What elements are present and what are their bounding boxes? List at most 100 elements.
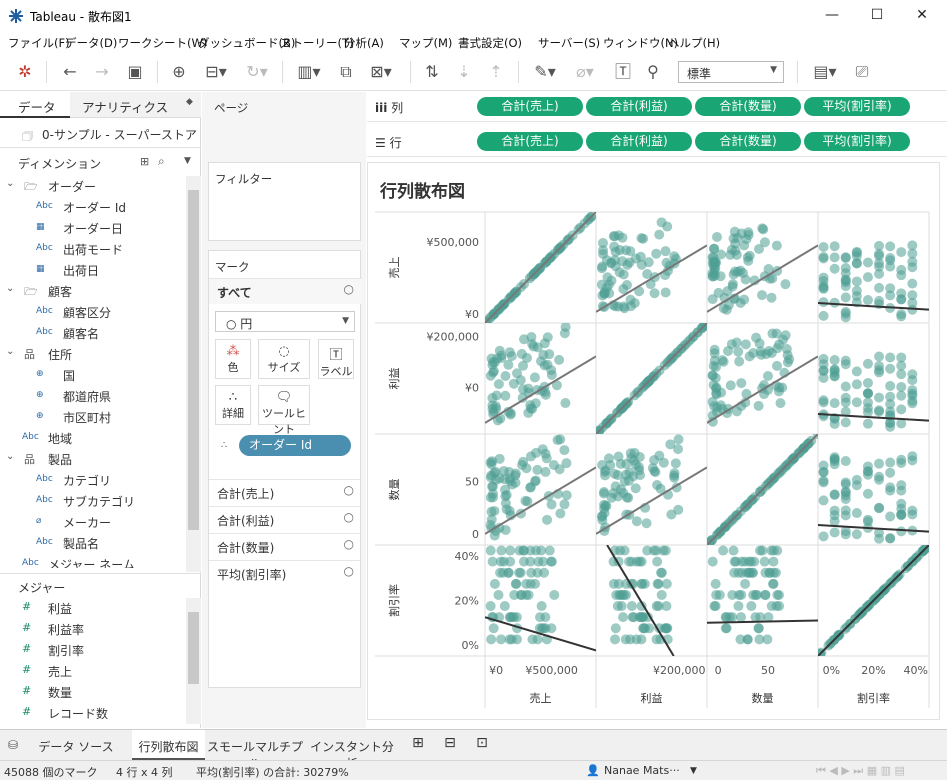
menu-worksheet[interactable]: ワークシート(W) — [118, 35, 207, 51]
scatter-point[interactable] — [728, 269, 739, 280]
scatter-point[interactable] — [641, 518, 652, 529]
scatter-point[interactable] — [840, 494, 851, 505]
scatter-point[interactable] — [818, 310, 829, 321]
scatter-point[interactable] — [766, 348, 777, 359]
scatter-point[interactable] — [753, 400, 764, 411]
scatter-point[interactable] — [851, 366, 862, 377]
scatter-point[interactable] — [506, 351, 517, 362]
scatter-point[interactable] — [521, 463, 532, 474]
rows-pill[interactable]: 合計(数量) — [695, 132, 801, 151]
scatter-point[interactable] — [862, 295, 873, 306]
undo-icon[interactable]: ← — [58, 61, 82, 83]
dimension-leaf[interactable]: Abc 出荷モード — [0, 239, 186, 260]
scatter-point[interactable] — [597, 515, 608, 526]
scatter-point[interactable] — [660, 246, 671, 257]
scatter-cell[interactable] — [704, 429, 823, 548]
scatter-point[interactable] — [862, 272, 873, 283]
refresh-icon[interactable]: ↻▾ — [240, 61, 274, 83]
scatter-point[interactable] — [885, 467, 896, 478]
scatter-point[interactable] — [506, 634, 517, 645]
scatter-cell[interactable] — [485, 545, 596, 652]
trend-line[interactable] — [485, 616, 596, 652]
columns-pill[interactable]: 合計(数量) — [695, 97, 801, 116]
scatter-point[interactable] — [896, 509, 907, 520]
redo-icon[interactable]: → — [90, 61, 114, 83]
scatter-point[interactable] — [487, 404, 498, 415]
scatter-point[interactable] — [511, 578, 522, 589]
scatter-point[interactable] — [634, 451, 645, 462]
scatter-point[interactable] — [733, 346, 744, 357]
scatter-point[interactable] — [885, 352, 896, 363]
scatter-point[interactable] — [608, 488, 619, 499]
scatter-point[interactable] — [616, 601, 627, 612]
measure-item[interactable]: # 利益率 — [0, 619, 186, 640]
scatter-point[interactable] — [610, 623, 621, 634]
scatter-point[interactable] — [544, 545, 555, 556]
scatter-point[interactable] — [709, 601, 720, 612]
scatter-cell[interactable] — [707, 328, 818, 427]
new-worksheet-icon[interactable]: ▥▾ — [292, 61, 326, 83]
search-icon[interactable]: ⌕ — [158, 154, 165, 169]
scatter-point[interactable] — [613, 230, 624, 241]
scatter-point[interactable] — [606, 275, 617, 286]
scatter-point[interactable] — [609, 634, 620, 645]
scatter-point[interactable] — [885, 457, 896, 468]
detail-button[interactable]: ∴ 詳細 — [215, 385, 251, 425]
scatter-point[interactable] — [758, 224, 769, 235]
dimension-leaf[interactable]: Abc 顧客区分 — [0, 302, 186, 323]
scatter-point[interactable] — [862, 377, 873, 388]
scatter-point[interactable] — [829, 489, 840, 500]
scatter-point[interactable] — [725, 380, 736, 391]
scatter-point[interactable] — [896, 390, 907, 401]
scatter-point[interactable] — [759, 556, 770, 567]
dimension-leaf[interactable]: ⊕ 都道府県 — [0, 386, 186, 407]
dropdown-icon[interactable]: ▼ — [184, 156, 191, 166]
new-story-icon[interactable]: ⊡ — [470, 730, 494, 760]
scatter-point[interactable] — [862, 257, 873, 268]
scatter-point[interactable] — [896, 264, 907, 275]
columns-pill[interactable]: 合計(売上) — [477, 97, 583, 116]
scatter-point[interactable] — [874, 250, 885, 261]
measure-row-discount[interactable]: 平均(割引率) ○ — [209, 560, 362, 586]
menu-file[interactable]: ファイル(F) — [8, 35, 70, 51]
menu-window[interactable]: ウィンドウ(N) — [603, 35, 678, 51]
scatter-point[interactable] — [818, 283, 829, 294]
highlight-icon[interactable]: ✎▾ — [528, 61, 562, 83]
scatter-point[interactable] — [638, 233, 649, 244]
scatter-point[interactable] — [746, 601, 757, 612]
save-icon[interactable]: ▣ — [123, 61, 147, 83]
scatter-point[interactable] — [505, 545, 516, 556]
scatter-point[interactable] — [750, 612, 761, 623]
scatter-point[interactable] — [559, 445, 570, 456]
show-labels-icon[interactable]: 🅃 — [611, 61, 635, 83]
scatter-point[interactable] — [896, 369, 907, 380]
scatter-point[interactable] — [505, 409, 516, 420]
scatter-point[interactable] — [654, 229, 665, 240]
scatter-cell[interactable] — [707, 545, 818, 645]
dimension-group[interactable]: ⌄ 🗁 顧客 — [0, 281, 186, 302]
scatter-point[interactable] — [656, 589, 667, 600]
dimension-leaf[interactable]: Abc カテゴリ — [0, 470, 186, 491]
scatter-point[interactable] — [651, 545, 662, 556]
menu-analysis[interactable]: 分析(A) — [344, 35, 384, 51]
clear-sheet-icon[interactable]: ⊠▾ — [364, 61, 398, 83]
scatter-point[interactable] — [851, 529, 862, 540]
scatter-point[interactable] — [522, 496, 533, 507]
scatter-point[interactable] — [496, 634, 507, 645]
scatter-point[interactable] — [666, 509, 677, 520]
scatter-point[interactable] — [707, 370, 718, 381]
chevron-down-icon[interactable]: ⌄ — [6, 451, 14, 462]
measure-item[interactable]: # 売上 — [0, 661, 186, 682]
scatter-point[interactable] — [514, 567, 525, 578]
dimension-plain[interactable]: Abc 地域 — [0, 428, 186, 449]
scatter-point[interactable] — [711, 231, 722, 242]
scatter-point[interactable] — [555, 508, 566, 519]
scatter-point[interactable] — [885, 380, 896, 391]
scatter-point[interactable] — [720, 612, 731, 623]
scatter-point[interactable] — [862, 388, 873, 399]
menu-help[interactable]: ヘルプ(H) — [668, 35, 720, 51]
scatter-point[interactable] — [851, 474, 862, 485]
scatter-point[interactable] — [628, 612, 639, 623]
scatter-point[interactable] — [650, 467, 661, 478]
scatter-point[interactable] — [661, 578, 672, 589]
